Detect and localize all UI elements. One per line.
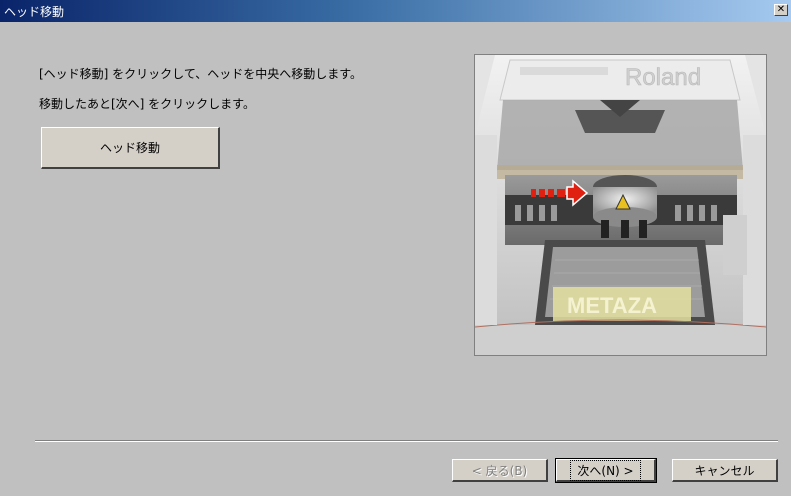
cancel-button[interactable]: キャンセル: [672, 459, 778, 482]
dialog-window: ヘッド移動 ✕ [ヘッド移動] をクリックして、ヘッドを中央へ移動します。 移動…: [0, 0, 791, 496]
instruction-line-1: [ヘッド移動] をクリックして、ヘッドを中央へ移動します。: [39, 67, 363, 81]
brand-text: Roland: [625, 64, 701, 91]
back-button-label: < 戻る(B): [471, 463, 528, 478]
cancel-button-label: キャンセル: [694, 463, 755, 478]
machine-photo: Roland METAZA: [474, 54, 767, 356]
engraver-illustration: Roland METAZA: [475, 55, 766, 355]
footer-separator: [35, 440, 778, 442]
head-move-button[interactable]: ヘッド移動: [41, 127, 220, 169]
head-move-button-label: ヘッド移動: [99, 141, 160, 155]
window-title: ヘッド移動: [4, 5, 65, 19]
next-button-label: 次へ(N) >: [570, 459, 641, 481]
title-bar[interactable]: ヘッド移動 ✕: [0, 0, 791, 22]
close-button[interactable]: ✕: [774, 4, 788, 16]
instruction-line-2: 移動したあと[次へ] をクリックします。: [39, 97, 255, 111]
close-icon: ✕: [776, 4, 786, 15]
next-button[interactable]: 次へ(N) >: [555, 458, 657, 483]
back-button[interactable]: < 戻る(B): [452, 459, 548, 482]
plate-text: METAZA: [567, 293, 657, 318]
